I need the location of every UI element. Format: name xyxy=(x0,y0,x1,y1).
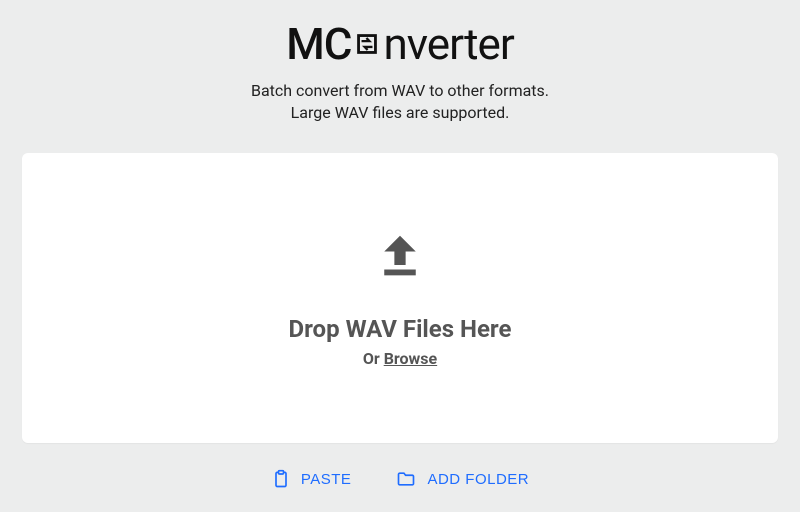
page-subtitle: Batch convert from WAV to other formats.… xyxy=(251,80,549,123)
paste-label: PASTE xyxy=(301,471,352,488)
action-bar: PASTE ADD FOLDER xyxy=(267,463,533,495)
folder-icon xyxy=(395,469,417,489)
swap-icon xyxy=(353,30,381,58)
dropzone-or-line: Or Browse xyxy=(363,349,437,368)
subtitle-line-1: Batch convert from WAV to other formats. xyxy=(251,80,549,102)
add-folder-label: ADD FOLDER xyxy=(427,471,529,488)
paste-button[interactable]: PASTE xyxy=(267,463,356,495)
logo-text-pre: MC xyxy=(286,22,351,66)
logo-text-post: nverter xyxy=(383,22,513,66)
upload-icon xyxy=(373,229,427,287)
file-dropzone[interactable]: Drop WAV Files Here Or Browse xyxy=(22,153,778,443)
or-prefix: Or xyxy=(363,349,384,368)
browse-link[interactable]: Browse xyxy=(384,349,437,368)
clipboard-icon xyxy=(271,469,291,489)
dropzone-title: Drop WAV Files Here xyxy=(289,315,512,343)
add-folder-button[interactable]: ADD FOLDER xyxy=(391,463,533,495)
subtitle-line-2: Large WAV files are supported. xyxy=(251,102,549,124)
app-logo: MC nverter xyxy=(286,22,514,66)
